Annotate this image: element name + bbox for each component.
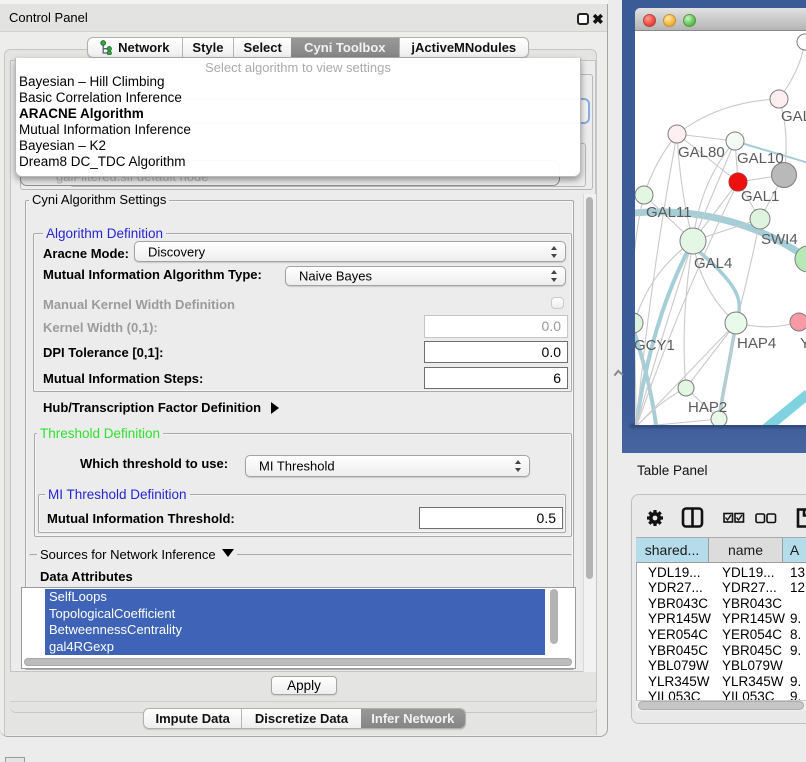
svg-text:HAP2: HAP2 — [688, 399, 727, 416]
svg-text:GCY1: GCY1 — [635, 337, 675, 354]
svg-text:GAL80: GAL80 — [678, 144, 725, 161]
svg-text:SWI4: SWI4 — [761, 231, 798, 248]
svg-text:HAP4: HAP4 — [737, 335, 776, 352]
svg-text:YM: YM — [800, 335, 806, 352]
svg-text:GAL4: GAL4 — [694, 255, 732, 272]
svg-text:GAL7: GAL7 — [781, 108, 806, 125]
svg-text:GAL1: GAL1 — [741, 188, 779, 205]
svg-text:GAL10: GAL10 — [737, 150, 784, 167]
svg-text:GAL11: GAL11 — [646, 204, 692, 221]
